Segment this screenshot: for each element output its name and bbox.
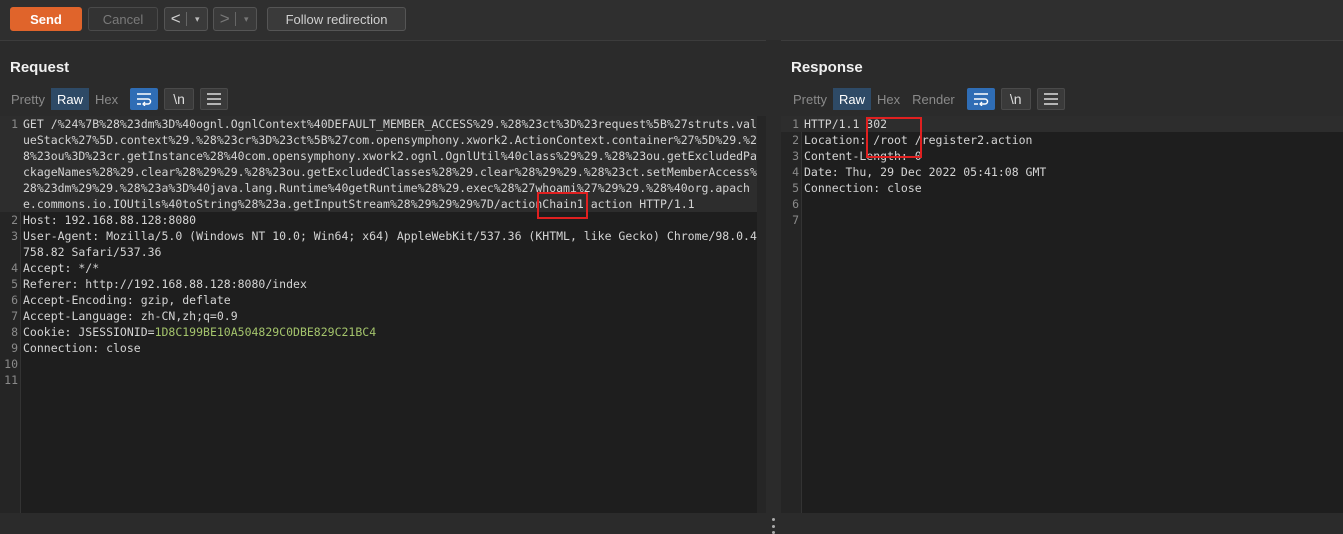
request-editor[interactable]: 1 GET /%24%7B%28%23dm%3D%40ognl.OgnlConte… — [0, 116, 766, 513]
user-agent-header: User-Agent: Mozilla/5.0 (Windows NT 10.0… — [23, 229, 757, 259]
line-number: 9 — [11, 341, 18, 355]
newline-label: \n — [1009, 91, 1022, 107]
tab-hex[interactable]: Hex — [89, 88, 124, 110]
accept-encoding-header: Accept-Encoding: gzip, deflate — [23, 293, 231, 307]
referer-header: Referer: http://192.168.88.128:8080/inde… — [23, 277, 307, 291]
line-number: 3 — [11, 229, 18, 243]
editor-line: 10 — [0, 356, 757, 372]
request-scrollbar[interactable] — [757, 116, 766, 513]
line-number: 6 — [11, 293, 18, 307]
line-number: 8 — [11, 325, 18, 339]
request-tabs: Pretty Raw Hex \n — [5, 88, 229, 110]
host-header: Host: 192.168.88.128:8080 — [23, 213, 197, 227]
follow-redirection-button[interactable]: Follow redirection — [267, 7, 406, 31]
cookie-name: Cookie: JSESSIONID= — [23, 325, 155, 339]
date-header: Date: Thu, 29 Dec 2022 05:41:08 GMT — [804, 165, 1047, 179]
forward-arrow-icon[interactable]: > — [214, 8, 235, 30]
tab-raw[interactable]: Raw — [832, 88, 871, 110]
menu-icon[interactable] — [200, 88, 229, 110]
newline-toggle[interactable]: \n — [1000, 88, 1031, 110]
editor-line: 2 Host: 192.168.88.128:8080 — [0, 212, 757, 228]
editor-line: 5 Referer: http://192.168.88.128:8080/ind… — [0, 276, 757, 292]
forward-nav[interactable]: > ▾ — [213, 7, 257, 31]
cancel-button[interactable]: Cancel — [88, 7, 158, 31]
drag-handle-icon[interactable] — [771, 518, 775, 534]
line-number: 2 — [792, 133, 799, 147]
request-title: Request — [10, 59, 70, 76]
editor-line: 4 Date: Thu, 29 Dec 2022 05:41:08 GMT — [781, 164, 1343, 180]
line-number: 5 — [11, 277, 18, 291]
tab-pretty[interactable]: Pretty — [5, 88, 51, 110]
line-number: 10 — [4, 357, 18, 371]
chevron-down-icon[interactable]: ▾ — [236, 14, 256, 25]
line-number: 4 — [792, 165, 799, 179]
editor-line: 7 Accept-Language: zh-CN,zh;q=0.9 — [0, 308, 757, 324]
line-number: 2 — [11, 213, 18, 227]
line-number: 5 — [792, 181, 799, 195]
editor-line: 6 — [781, 196, 1343, 212]
empty-line — [803, 212, 1343, 228]
newline-label: \n — [173, 91, 185, 107]
line-number: 4 — [11, 261, 18, 275]
empty-line — [803, 196, 1343, 212]
response-tabs: Pretty Raw Hex Render \n — [787, 88, 1065, 110]
line-number: 1 — [11, 117, 18, 131]
send-button[interactable]: Send — [10, 7, 82, 31]
panel-divider[interactable] — [766, 40, 781, 534]
cookie-value: 1D8C199BE10A504829C0DBE829C21BC4 — [154, 325, 377, 339]
menu-icon[interactable] — [1036, 88, 1065, 110]
whoami-highlight-box — [537, 192, 588, 219]
empty-line — [22, 356, 757, 372]
back-nav[interactable]: < ▾ — [164, 7, 208, 31]
wrap-lines-icon[interactable] — [966, 88, 995, 110]
toolbar: Send Cancel < ▾ > ▾ Follow redirection — [0, 0, 1343, 41]
chevron-down-icon[interactable]: ▾ — [187, 14, 207, 25]
editor-line: 9 Connection: close — [0, 340, 757, 356]
editor-line: 4 Accept: */* — [0, 260, 757, 276]
tab-render[interactable]: Render — [906, 88, 961, 110]
line-number: 3 — [792, 149, 799, 163]
back-arrow-icon[interactable]: < — [165, 8, 186, 30]
response-editor[interactable]: 1 HTTP/1.1 302 2 Location: /root /register… — [781, 116, 1343, 513]
empty-line — [22, 372, 757, 388]
line-number: 1 — [792, 117, 799, 131]
response-title: Response — [791, 59, 863, 76]
connection-header: Connection: close — [804, 181, 922, 195]
newline-toggle[interactable]: \n — [164, 88, 195, 110]
line-number: 6 — [792, 197, 799, 211]
wrap-lines-icon[interactable] — [130, 88, 159, 110]
connection-header: Connection: close — [23, 341, 141, 355]
tab-pretty[interactable]: Pretty — [787, 88, 833, 110]
cookie-header: Cookie: JSESSIONID=1D8C199BE10A504829C0D… — [22, 324, 757, 340]
request-line-text: GET /%24%7B%28%23dm%3D%40ognl.OgnlContex… — [23, 117, 757, 211]
accept-language-header: Accept-Language: zh-CN,zh;q=0.9 — [23, 309, 238, 323]
line-number: 11 — [4, 373, 18, 387]
editor-line: 5 Connection: close — [781, 180, 1343, 196]
tab-hex[interactable]: Hex — [871, 88, 906, 110]
line-number: 7 — [792, 213, 799, 227]
line-number: 7 — [11, 309, 18, 323]
tab-raw[interactable]: Raw — [50, 88, 89, 110]
accept-header: Accept: */* — [23, 261, 100, 275]
editor-line: 1 GET /%24%7B%28%23dm%3D%40ognl.OgnlConte… — [0, 116, 757, 212]
editor-line: 7 — [781, 212, 1343, 228]
editor-line: 3 User-Agent: Mozilla/5.0 (Windows NT 10.… — [0, 228, 757, 260]
editor-line: 6 Accept-Encoding: gzip, deflate — [0, 292, 757, 308]
editor-line: 8 Cookie: JSESSIONID=1D8C199BE10A504829C0… — [0, 324, 757, 340]
root-highlight-box — [866, 117, 922, 158]
editor-line: 11 — [0, 372, 757, 388]
